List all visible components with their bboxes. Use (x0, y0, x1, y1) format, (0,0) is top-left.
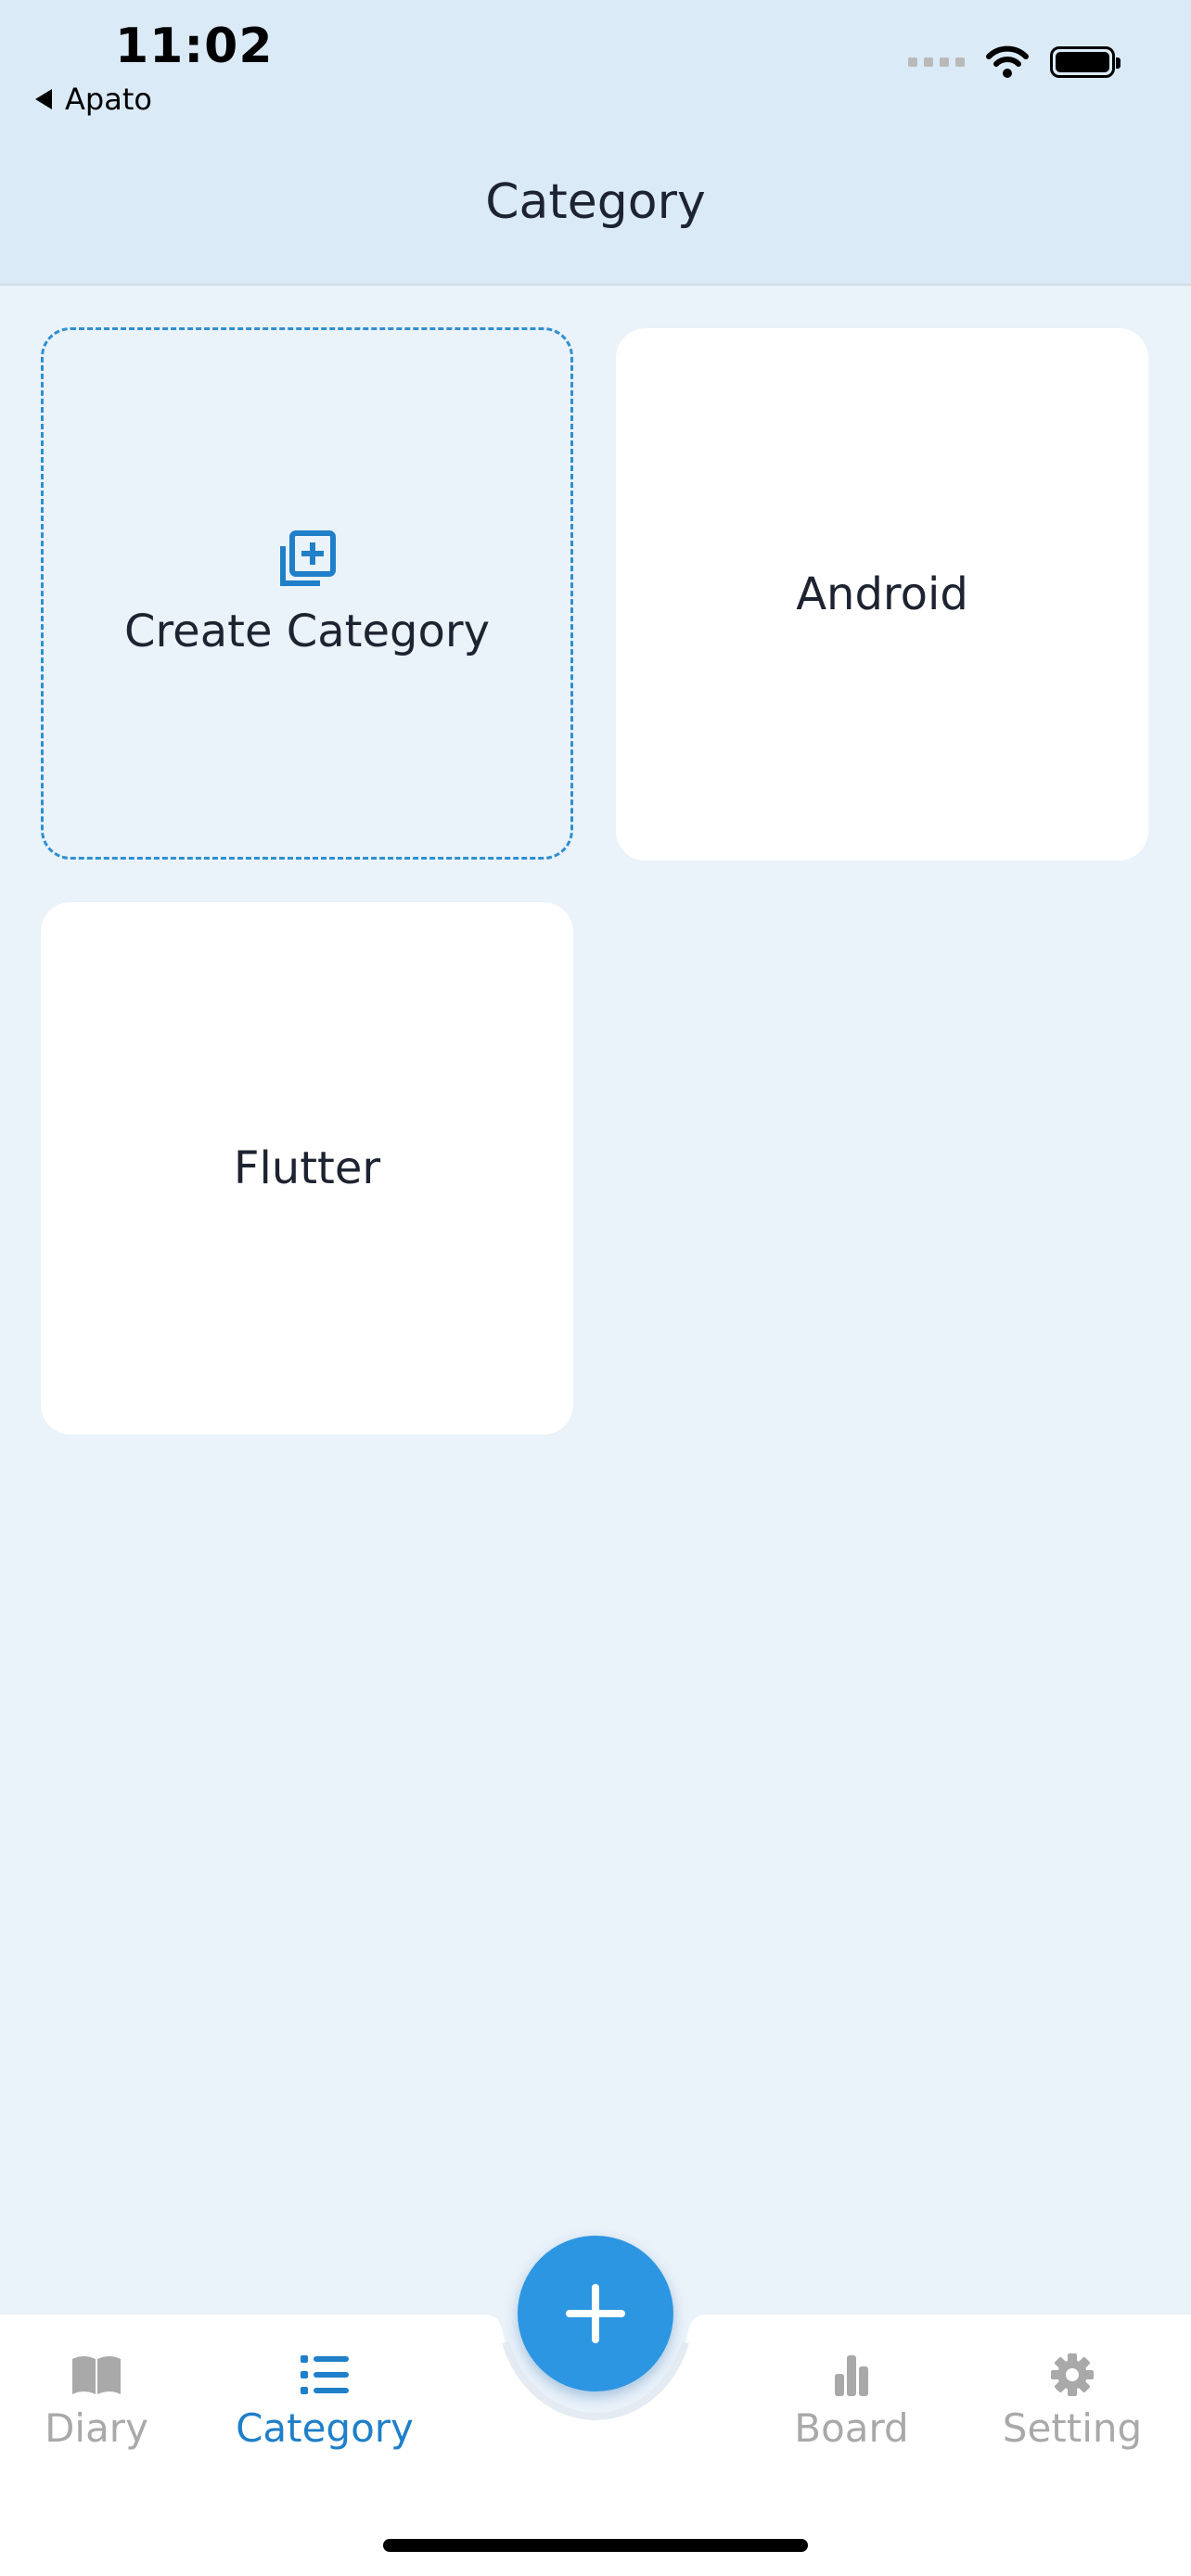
wifi-icon (986, 45, 1029, 78)
tab-diary[interactable]: Diary (4, 2352, 189, 2451)
back-to-app-link[interactable]: Apato (35, 82, 152, 117)
create-category-card[interactable]: Create Category (41, 327, 573, 860)
tab-label: Board (794, 2405, 909, 2451)
category-card-flutter[interactable]: Flutter (41, 902, 573, 1435)
list-icon (301, 2355, 349, 2394)
back-triangle-icon (35, 89, 52, 109)
battery-icon (1050, 46, 1121, 78)
category-label: Flutter (233, 1142, 381, 1194)
add-collection-icon (280, 530, 336, 586)
tab-label: Diary (45, 2405, 148, 2451)
tab-board[interactable]: Board (759, 2352, 944, 2451)
tab-label: Setting (1002, 2405, 1143, 2451)
tab-setting[interactable]: Setting (980, 2352, 1165, 2451)
category-label: Android (796, 568, 968, 620)
gear-icon (1051, 2353, 1094, 2396)
create-category-label: Create Category (123, 606, 490, 657)
cellular-signal-icon (908, 57, 965, 67)
header: 11:02 Apato Category (0, 0, 1191, 286)
book-icon (72, 2356, 121, 2394)
category-card-android[interactable]: Android (616, 328, 1148, 861)
bar-chart-icon (835, 2355, 868, 2396)
tab-category[interactable]: Category (232, 2352, 417, 2451)
back-app-label: Apato (65, 82, 152, 117)
page-title: Category (485, 174, 706, 230)
home-indicator[interactable] (383, 2539, 808, 2552)
add-entry-button[interactable] (518, 2236, 673, 2391)
status-time: 11:02 (115, 19, 274, 74)
plus-icon (566, 2284, 625, 2343)
tab-label: Category (236, 2405, 414, 2451)
status-icons (908, 45, 1121, 80)
